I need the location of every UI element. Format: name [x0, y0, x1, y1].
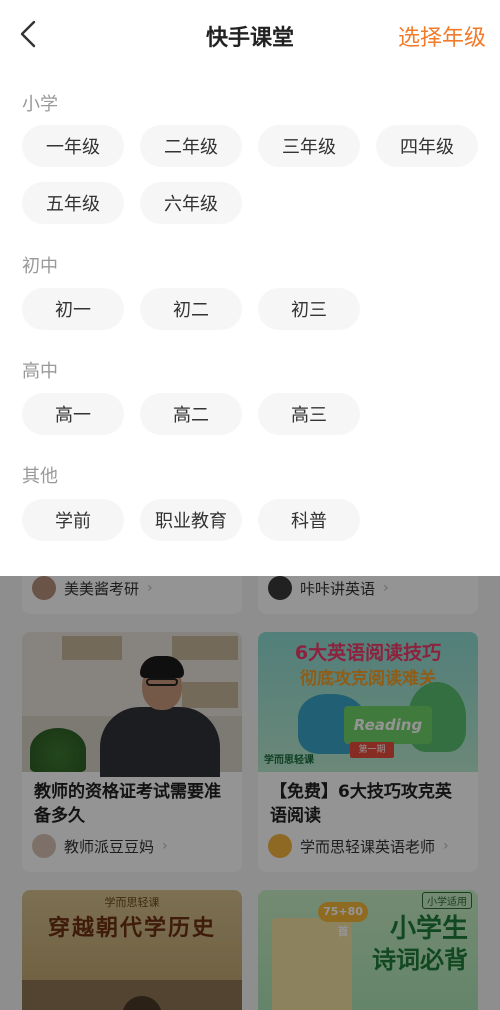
grade-chip[interactable]: 四年级: [376, 125, 478, 167]
section-label-junior-high: 初中: [22, 256, 58, 277]
grade-chip[interactable]: 五年级: [22, 182, 124, 224]
grade-chip[interactable]: 职业教育: [140, 499, 242, 541]
grade-chip[interactable]: 初三: [258, 288, 360, 330]
grade-chip[interactable]: 初一: [22, 288, 124, 330]
grade-chip[interactable]: 高三: [258, 393, 360, 435]
section-label-primary: 小学: [22, 94, 58, 115]
grade-chip[interactable]: 三年级: [258, 125, 360, 167]
grade-chip[interactable]: 六年级: [140, 182, 242, 224]
grade-chip[interactable]: 一年级: [22, 125, 124, 167]
grade-chip[interactable]: 初二: [140, 288, 242, 330]
section-label-other: 其他: [22, 466, 58, 487]
grade-chip[interactable]: 学前: [22, 499, 124, 541]
grade-chip[interactable]: 二年级: [140, 125, 242, 167]
select-grade-button[interactable]: 选择年级: [398, 20, 486, 52]
grade-chip[interactable]: 高一: [22, 393, 124, 435]
grade-chip[interactable]: 科普: [258, 499, 360, 541]
top-bar: 快手课堂 选择年级: [0, 0, 500, 68]
section-label-senior-high: 高中: [22, 361, 58, 382]
grade-picker-panel: 小学 一年级 二年级 三年级 四年级 五年级 六年级 初中 初一 初二 初三 高…: [0, 68, 500, 576]
grade-chip[interactable]: 高二: [140, 393, 242, 435]
